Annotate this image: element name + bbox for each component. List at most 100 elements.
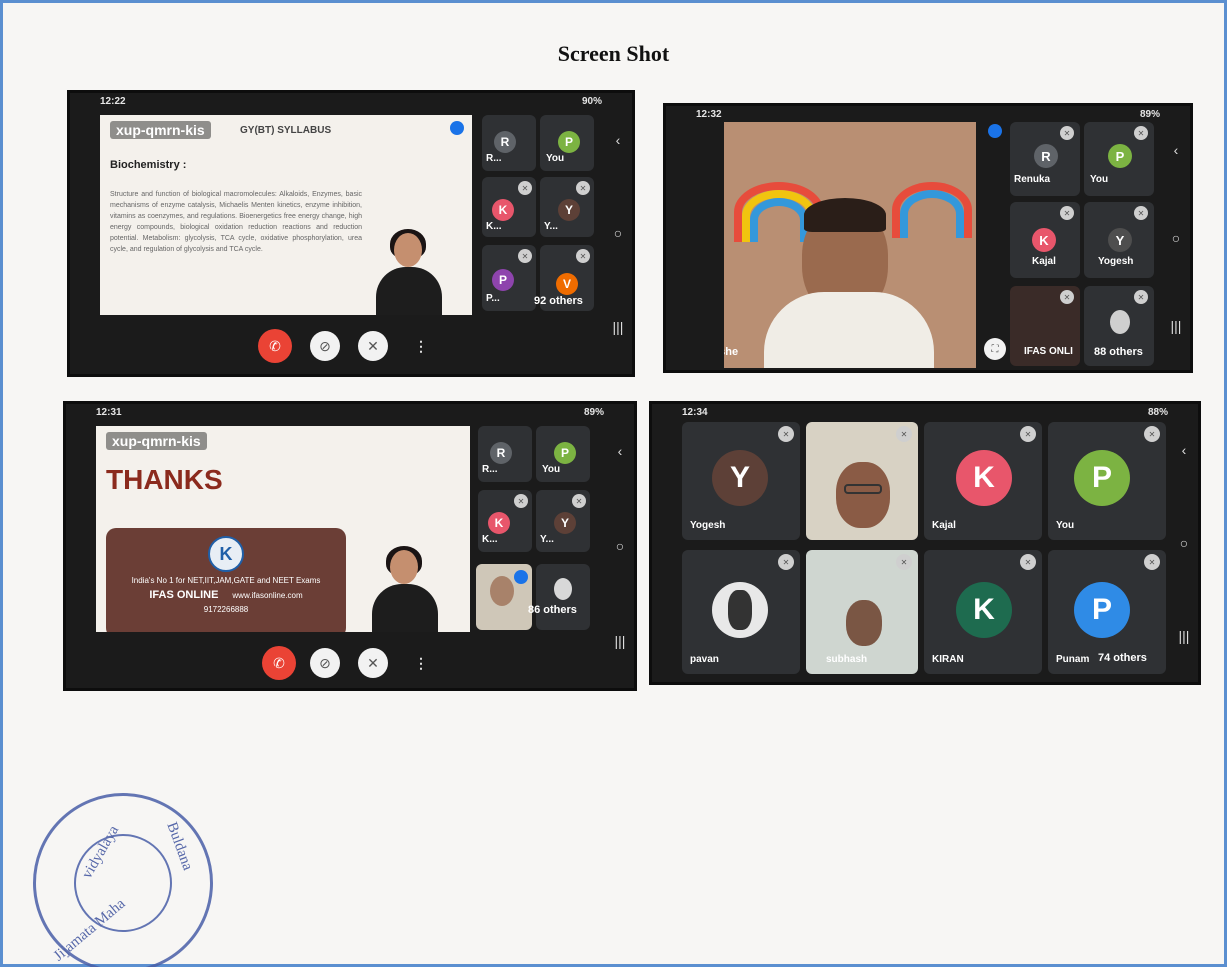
participant-tile[interactable]: ✕ K Kajal [924,422,1042,540]
avatar: K [956,450,1012,506]
present-icon[interactable] [988,124,1002,138]
participant-video-tile[interactable]: ✕ [806,422,918,540]
participant-tile[interactable]: R R... [478,426,532,482]
meet-screenshot-3: 12:31 89% xup-qmrn-kis THANKS K India's … [63,401,637,691]
android-nav-bar: ‹ ○ ||| [1170,404,1198,682]
recents-icon[interactable]: ||| [615,633,626,649]
present-icon [514,570,528,584]
back-icon[interactable]: ‹ [1174,142,1179,158]
participant-name: You [1056,520,1075,531]
mic-off-icon: ✕ [572,494,586,508]
participant-tile[interactable]: ✕ K K... [478,490,532,552]
participant-tile[interactable]: ✕ 88 others [1084,286,1154,366]
participant-name: Kajal [932,520,956,531]
avatar: Y [712,450,768,506]
participant-name: You [1090,174,1109,185]
present-icon[interactable] [450,121,464,135]
mic-off-button[interactable]: ✕ [358,648,388,678]
participant-tile[interactable]: ✕ K KIRAN [924,550,1042,674]
avatar: K [488,512,510,534]
participant-tile[interactable]: ✕ P You [1048,422,1166,540]
document-page: Screen Shot 12:22 90% xup-qmrn-kis GY(BT… [0,0,1227,967]
participant-tile[interactable]: ✕ IFAS ONLI [1010,286,1080,366]
presentation-slide: xup-qmrn-kis GY(BT) SYLLABUS Biochemistr… [100,115,472,315]
participant-tile[interactable]: ✕ Y Yogesh [1084,202,1154,278]
participant-video-tile[interactable]: ✕ subhash [806,550,918,674]
thanks-heading: THANKS [106,464,223,495]
ifas-url: www.ifasonline.com [232,591,303,600]
presenter-video [366,544,444,632]
home-icon[interactable]: ○ [616,538,624,554]
participant-name: K... [482,534,498,545]
participant-tile[interactable]: ✕ R Renuka [1010,122,1080,196]
end-call-button[interactable]: ✆ [262,646,296,680]
participant-tile[interactable]: ✕ pavan [682,550,800,674]
meeting-code[interactable]: xup-qmrn-kis [106,432,207,450]
meeting-code[interactable]: xup-qmrn-kis [110,121,211,139]
more-options-icon[interactable]: ⋮ [406,648,436,678]
status-bar: 12:34 88% [652,404,1198,422]
others-count: 74 others [1098,652,1147,664]
participant-tile[interactable]: ✕ Y Yogesh [682,422,800,540]
camera-off-button[interactable]: ⊘ [310,331,340,361]
status-time: 12:31 [96,407,122,418]
avatar: Y [1108,228,1132,252]
page-title: Screen Shot [557,41,670,66]
participant-tile[interactable]: ✕ K Kajal [1010,202,1080,278]
home-icon[interactable]: ○ [614,225,622,241]
participant-name: Y... [540,534,554,545]
status-time: 12:22 [100,96,126,107]
participant-name: Yogesh [1098,256,1134,267]
participant-tile[interactable]: ✕ Y Y... [540,177,594,237]
participant-name: Y... [544,221,558,232]
mic-off-icon: ✕ [1060,206,1074,220]
mic-off-icon: ✕ [778,426,794,442]
participant-tile[interactable]: ✕ K K... [482,177,536,237]
participant-tile[interactable]: R R... [482,115,536,171]
participant-tile[interactable]: ✕ V 92 others [534,245,594,311]
participant-tile[interactable]: ✕ P You [1084,122,1154,196]
avatar: K [1032,228,1056,252]
ifas-tagline: India's No 1 for NET,IIT,JAM,GATE and NE… [131,576,321,585]
mic-off-icon: ✕ [1144,426,1160,442]
status-bar: 12:31 89% [66,404,634,422]
back-icon[interactable]: ‹ [1182,442,1187,458]
participant-name: You [542,464,561,475]
participant-tile[interactable]: ✕ P Punam 74 others [1048,550,1166,674]
avatar: R [494,131,516,153]
others-count: 92 others [534,295,583,307]
avatar: K [956,582,1012,638]
end-call-button[interactable]: ✆ [258,329,292,363]
participant-name: Punam [1056,654,1090,665]
mic-off-icon: ✕ [1134,290,1148,304]
recents-icon[interactable]: ||| [613,319,624,335]
fullscreen-icon[interactable]: ⛶ [984,338,1006,360]
participant-name: K... [486,221,502,232]
participant-tile[interactable]: P You [540,115,594,171]
participant-tile[interactable]: 86 others [528,564,590,630]
recents-icon[interactable]: ||| [1179,628,1190,644]
mic-off-button[interactable]: ✕ [358,331,388,361]
mic-off-icon: ✕ [778,554,794,570]
camera-off-button[interactable]: ⊘ [310,648,340,678]
participant-tile[interactable]: ✕ P P... [482,245,536,311]
presenter-video [370,227,448,315]
meet-screenshot-2: 12:32 89% prashe ⛶ ✕ R Renuka ✕ P You ✕ [663,103,1193,373]
mic-off-icon: ✕ [1134,126,1148,140]
mic-off-icon: ✕ [1020,554,1036,570]
android-nav-bar: ‹ ○ ||| [604,93,632,374]
home-icon[interactable]: ○ [1180,535,1188,551]
back-icon[interactable]: ‹ [618,443,623,459]
participant-video-tile[interactable] [476,564,532,630]
participant-tile[interactable]: P You [536,426,590,482]
participant-name: Kajal [1032,256,1056,267]
recents-icon[interactable]: ||| [1171,318,1182,334]
presentation-slide: xup-qmrn-kis THANKS K India's No 1 for N… [96,426,470,632]
home-icon[interactable]: ○ [1172,230,1180,246]
status-bar: 12:22 90% [70,93,632,111]
battery-level: 89% [1139,109,1160,120]
back-icon[interactable]: ‹ [616,132,621,148]
participant-name: R... [482,464,498,475]
more-options-icon[interactable]: ⋮ [406,331,436,361]
participant-tile[interactable]: ✕ Y Y... [536,490,590,552]
